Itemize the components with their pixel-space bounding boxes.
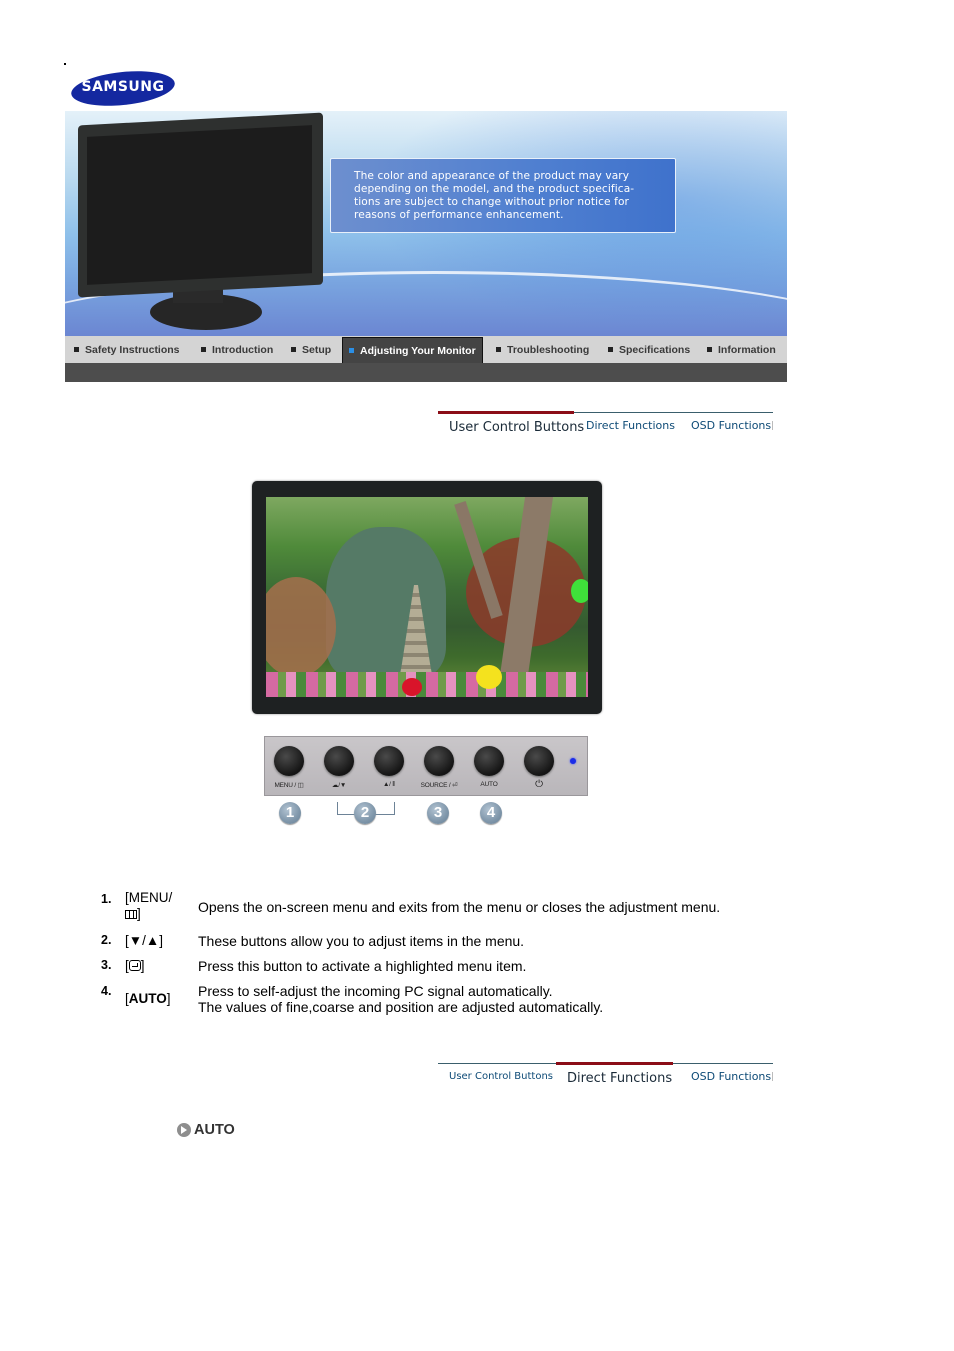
notice-line: tions are subject to change without prio… [354, 196, 629, 208]
number-badge-3: 3 [427, 802, 449, 824]
notice-line: The color and appearance of the product … [354, 170, 630, 182]
item-description: Press this button to activate a highligh… [198, 958, 527, 974]
tab-separator [772, 421, 773, 430]
nav-item-troubleshooting[interactable]: Troubleshooting [496, 336, 589, 363]
bullet-icon [707, 347, 712, 352]
bullet-icon [74, 347, 79, 352]
source-button-label: SOURCE / ⏎ [420, 782, 458, 789]
item-key: [] [125, 958, 145, 974]
image-yellow-lantern [476, 665, 502, 689]
arrow-circle-icon [177, 1123, 191, 1137]
number-badge-1: 1 [279, 802, 301, 824]
nav-label: Setup [302, 344, 332, 356]
banner-monitor-screen [87, 125, 312, 285]
tab-osd-functions[interactable]: OSD Functions [691, 413, 771, 441]
tab-direct-functions[interactable]: Direct Functions [556, 1062, 673, 1090]
down-brightness-button[interactable] [324, 746, 354, 776]
power-icon: ⏻ [535, 779, 543, 790]
monitor-screen-image [266, 497, 588, 697]
item-number: 4. [101, 984, 112, 998]
monitor-photo [252, 481, 602, 714]
image-green-lantern [571, 579, 588, 603]
source-enter-button[interactable] [424, 746, 454, 776]
number-badge-4: 4 [480, 802, 502, 824]
nav-label: Specifications [619, 344, 691, 356]
item-key-close: ] [166, 991, 171, 1006]
item-description: These buttons allow you to adjust items … [198, 933, 525, 949]
section-tabs-bottom: User Control Buttons Direct Functions OS… [438, 1062, 773, 1094]
section-tabs-top: User Control Buttons Direct Functions OS… [438, 411, 773, 443]
auto-button-label: AUTO [480, 781, 498, 788]
item-description-line: Press to self-adjust the incoming PC sig… [198, 983, 553, 999]
image-flowers [266, 672, 588, 697]
number-badge-2: 2 [354, 802, 376, 824]
bullet-icon [349, 348, 354, 353]
nav-label: Safety Instructions [85, 344, 180, 356]
section-heading-text: AUTO [194, 1122, 235, 1138]
item-key: [MENU/ ] [125, 890, 172, 922]
item-key-close: ] [137, 906, 141, 921]
enter-icon [128, 960, 141, 971]
nav-subbar [65, 363, 787, 382]
nav-label: Information [718, 344, 776, 356]
tab-osd-functions[interactable]: OSD Functions [691, 1064, 771, 1092]
samsung-logo: SAMSUNG [69, 66, 177, 111]
item-description: Press to self-adjust the incoming PC sig… [198, 983, 603, 1015]
tab-user-control-buttons[interactable]: User Control Buttons [449, 1064, 553, 1092]
bullet-icon [201, 347, 206, 352]
nav-label: Adjusting Your Monitor [360, 345, 476, 357]
main-nav: Safety Instructions Introduction Setup A… [65, 336, 787, 365]
up-volume-button[interactable] [374, 746, 404, 776]
tab-direct-functions[interactable]: Direct Functions [586, 413, 675, 441]
menu-button[interactable] [274, 746, 304, 776]
nav-label: Troubleshooting [507, 344, 590, 356]
nav-item-specifications[interactable]: Specifications [608, 336, 690, 363]
power-led-indicator [570, 758, 576, 764]
item-number: 3. [101, 958, 112, 972]
bullet-icon [496, 347, 501, 352]
item-number: 1. [101, 892, 112, 906]
item-key-text: [MENU/ [125, 890, 173, 905]
item-key: [▼/▲] [125, 933, 163, 948]
nav-item-introduction[interactable]: Introduction [201, 336, 273, 363]
bullet-icon [608, 347, 613, 352]
menu-button-label: MENU / ◫ [274, 782, 304, 789]
item-description: Opens the on-screen menu and exits from … [198, 899, 721, 915]
stray-dot [64, 63, 66, 65]
up-button-label: ▲/ ⦀ [382, 781, 396, 788]
nav-item-information[interactable]: Information [707, 336, 776, 363]
nav-item-safety-instructions[interactable]: Safety Instructions [74, 336, 180, 363]
item-number: 2. [101, 933, 112, 947]
logo-text: SAMSUNG [81, 79, 165, 95]
product-notice-box: The color and appearance of the product … [330, 158, 676, 233]
tab-separator [772, 1072, 773, 1081]
item-key: [AUTO] [125, 991, 171, 1007]
control-panel: MENU / ◫ ☁/▼ ▲/ ⦀ SOURCE / ⏎ AUTO ⏻ [264, 736, 588, 796]
power-button[interactable] [524, 746, 554, 776]
nav-item-adjusting-your-monitor[interactable]: Adjusting Your Monitor [342, 337, 483, 365]
bullet-icon [291, 347, 296, 352]
item-key-close: ] [140, 958, 145, 973]
down-button-label: ☁/▼ [331, 782, 347, 789]
nav-label: Introduction [212, 344, 274, 356]
notice-line: depending on the model, and the product … [354, 183, 635, 195]
header-banner: The color and appearance of the product … [65, 111, 787, 336]
nav-item-setup[interactable]: Setup [291, 336, 331, 363]
auto-button[interactable] [474, 746, 504, 776]
menu-icon [125, 910, 137, 919]
item-key-bold: AUTO [128, 991, 167, 1006]
notice-line: reasons of performance enhancement. [354, 209, 564, 221]
image-red-lantern [402, 678, 422, 696]
item-description-line: The values of fine,coarse and position a… [198, 999, 604, 1015]
tab-user-control-buttons[interactable]: User Control Buttons [438, 411, 584, 439]
